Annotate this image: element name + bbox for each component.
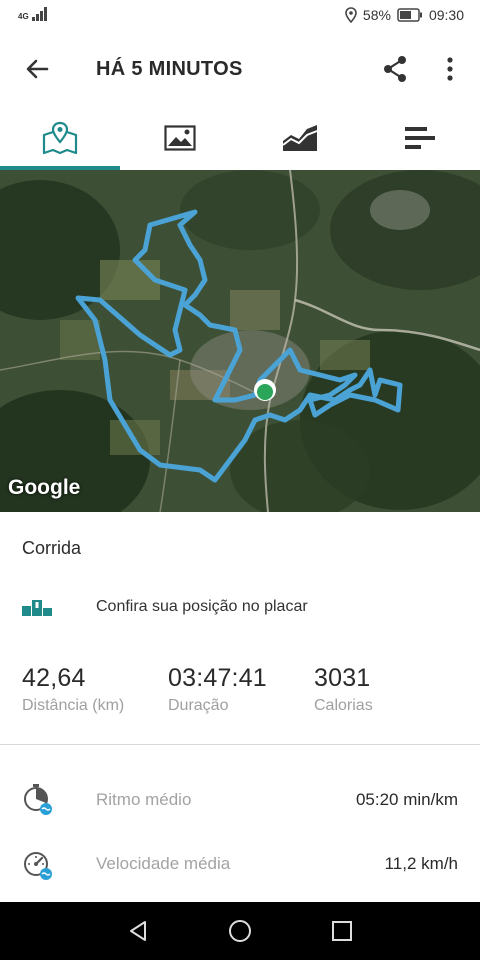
- nav-recents-icon[interactable]: [330, 919, 354, 943]
- nav-home-icon[interactable]: [228, 919, 252, 943]
- chart-icon: [282, 125, 318, 151]
- tab-photos[interactable]: [120, 106, 240, 170]
- section-divider: [0, 744, 480, 745]
- image-icon: [164, 125, 196, 151]
- status-bar: 4G 58% 09:30: [0, 0, 480, 32]
- location-icon: [345, 7, 357, 23]
- stat-label: Calorias: [314, 697, 373, 714]
- tab-charts[interactable]: [240, 106, 360, 170]
- clock: 09:30: [428, 7, 464, 23]
- page-title: HÁ 5 MINUTOS: [96, 58, 243, 80]
- leaderboard-link[interactable]: Confira sua posição no placar: [0, 588, 480, 630]
- share-icon[interactable]: [380, 54, 410, 84]
- splits-icon: [405, 127, 435, 149]
- speed-icon: [24, 852, 52, 880]
- stat-distance: 42,64 Distância (km): [22, 664, 124, 715]
- battery-percent: 58%: [362, 7, 391, 23]
- stat-label: Duração: [168, 697, 229, 714]
- metric-value: 05:20 min/km: [355, 790, 458, 809]
- google-attribution: Google: [8, 476, 81, 499]
- podium-icon: [22, 600, 52, 616]
- back-arrow-icon[interactable]: [22, 54, 52, 84]
- map-icon: [42, 121, 78, 155]
- metric-pace: Ritmo médio 05:20 min/km: [0, 776, 480, 824]
- signal-icon: [31, 7, 47, 21]
- status-right: 58% 09:30: [345, 7, 464, 23]
- metric-value: 11,2 km/h: [384, 854, 458, 873]
- nav-back-icon[interactable]: [126, 919, 150, 943]
- leaderboard-label: Confira sua posição no placar: [96, 598, 308, 615]
- activity-type: Corrida: [22, 538, 82, 558]
- metric-label: Velocidade média: [96, 854, 231, 873]
- stat-label: Distância (km): [22, 697, 125, 714]
- battery-icon: [397, 8, 422, 22]
- app-bar: HÁ 5 MINUTOS: [0, 32, 480, 106]
- stat-value: 3031: [314, 664, 371, 692]
- route-map[interactable]: Google: [0, 170, 480, 512]
- pace-icon: [24, 784, 52, 815]
- metric-label: Ritmo médio: [96, 790, 192, 809]
- tab-map[interactable]: [0, 106, 120, 170]
- stat-duration: 03:47:41 Duração: [168, 664, 267, 715]
- tab-bar: [0, 106, 480, 170]
- stat-value: 03:47:41: [168, 664, 267, 692]
- signal-indicator: 4G: [18, 7, 48, 21]
- route-line: [75, 209, 403, 483]
- metric-speed: Velocidade média 11,2 km/h: [0, 840, 480, 888]
- stat-value: 42,64: [22, 664, 86, 692]
- system-nav-bar: [0, 902, 480, 960]
- stat-calories: 3031 Calorias: [314, 664, 373, 715]
- more-options-icon[interactable]: [440, 54, 460, 84]
- network-type: 4G: [18, 12, 29, 21]
- tab-splits[interactable]: [360, 106, 480, 170]
